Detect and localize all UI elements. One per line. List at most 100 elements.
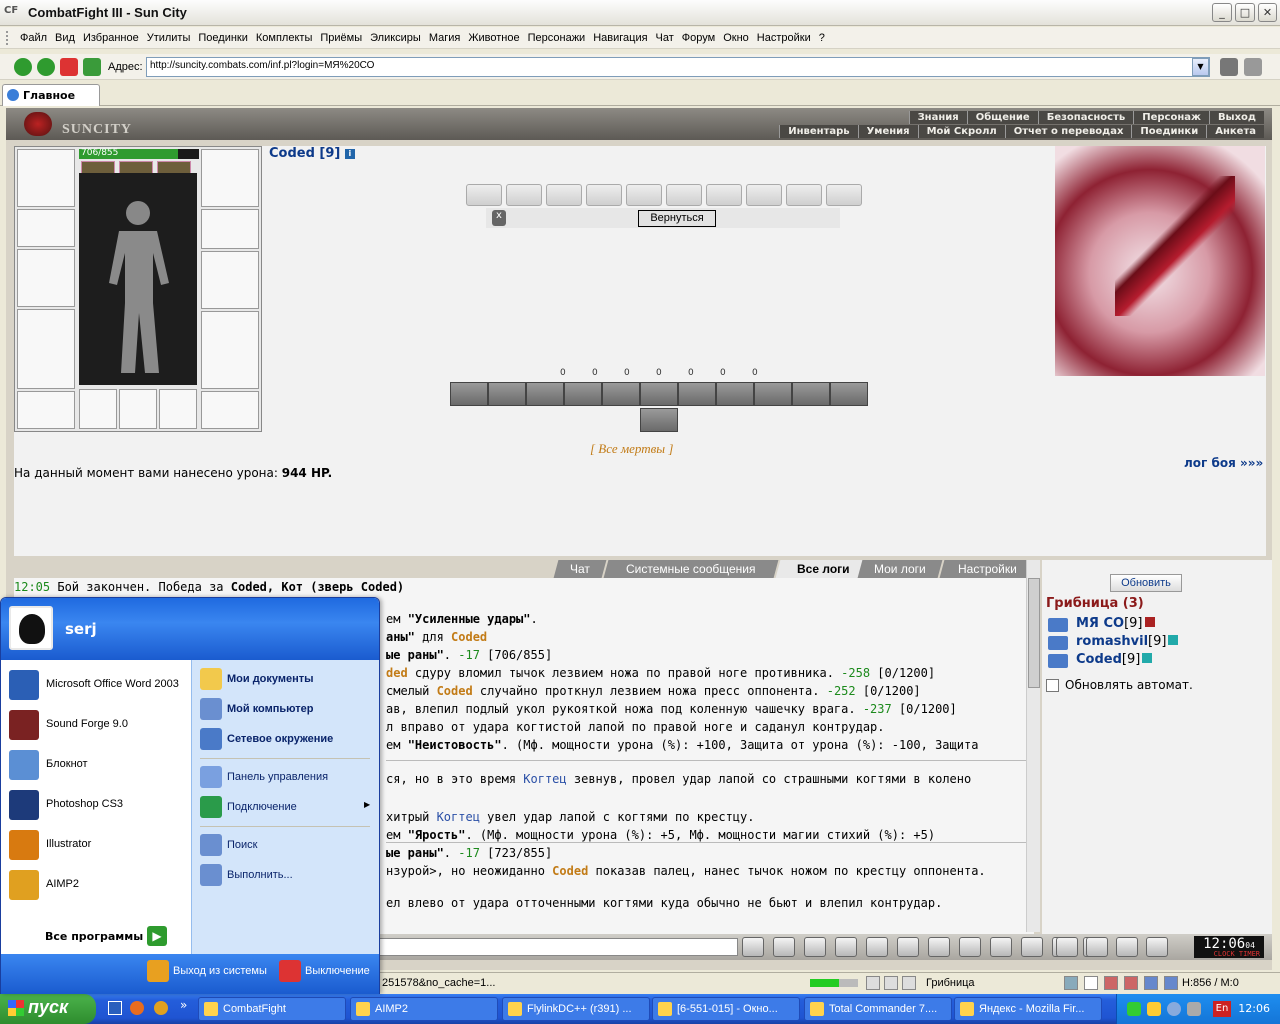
status-icon-9[interactable] <box>1164 976 1178 990</box>
game-action-button[interactable] <box>773 937 795 957</box>
game-tool-button[interactable] <box>1146 937 1168 957</box>
taskbar-item[interactable]: Total Commander 7.... <box>804 997 952 1021</box>
skill-slot[interactable] <box>640 382 678 406</box>
taskbar-item[interactable]: [6-551-015] - Окно... <box>652 997 800 1021</box>
menu-item[interactable]: Навигация <box>589 27 651 49</box>
gloves-slot[interactable] <box>17 209 75 247</box>
log-tab[interactable]: Мои логи <box>857 560 943 578</box>
nav-bottom-item[interactable]: Умения <box>857 125 918 138</box>
skill-slot[interactable] <box>640 408 678 432</box>
user-entry[interactable]: romashvil[9] <box>1076 634 1179 649</box>
scroll-slot[interactable] <box>586 184 622 206</box>
scroll-slot[interactable] <box>546 184 582 206</box>
quicklaunch-firefox-icon[interactable] <box>130 1001 144 1015</box>
status-icon-5[interactable] <box>1084 976 1098 990</box>
log-scrollbar[interactable] <box>1026 560 1040 932</box>
skill-slot[interactable] <box>678 382 716 406</box>
menu-item[interactable]: Персонажи <box>524 27 590 49</box>
pinned-program[interactable]: Illustrator <box>9 830 189 862</box>
boots-slot[interactable] <box>201 391 259 429</box>
checkbox-icon[interactable] <box>1046 679 1059 692</box>
scroll-slot[interactable] <box>746 184 782 206</box>
game-action-button[interactable] <box>990 937 1012 957</box>
auto-refresh-checkbox[interactable]: Обновлять автомат. <box>1046 678 1193 692</box>
taskbar-item[interactable]: FlylinkDC++ (r391) ... <box>502 997 650 1021</box>
battle-log-link[interactable]: лог боя »»» <box>1184 456 1263 470</box>
weapon-right-slot[interactable] <box>201 251 259 309</box>
nav-top-item[interactable]: Персонаж <box>1133 111 1209 124</box>
nav-top-item[interactable]: Выход <box>1208 111 1264 124</box>
all-programs-button[interactable]: Все программы ▶ <box>45 926 167 946</box>
place-item[interactable]: Выполнить... <box>200 864 376 888</box>
forward-icon[interactable] <box>37 58 55 76</box>
info-icon[interactable]: i <box>344 148 355 159</box>
menu-item[interactable]: Эликсиры <box>366 27 425 49</box>
nav-bottom-item[interactable]: Поединки <box>1131 125 1207 138</box>
game-action-button[interactable] <box>866 937 888 957</box>
menu-item[interactable]: Поединки <box>194 27 252 49</box>
language-indicator[interactable]: En <box>1213 1001 1231 1017</box>
place-item[interactable]: Сетевое окружение <box>200 728 376 752</box>
address-input[interactable]: http://suncity.combats.com/inf.pl?login=… <box>146 57 1210 77</box>
pinned-program[interactable]: Блокнот <box>9 750 189 782</box>
place-item[interactable]: Поиск <box>200 834 376 858</box>
log-player[interactable]: Coded <box>437 684 473 698</box>
place-item[interactable]: Мой компьютер <box>200 698 376 722</box>
legs-slot[interactable] <box>201 311 259 389</box>
quicklaunch-save-icon[interactable] <box>108 1001 122 1015</box>
status-icon-8[interactable] <box>1144 976 1158 990</box>
log-tab[interactable]: Все логи <box>775 560 871 578</box>
game-action-button[interactable] <box>928 937 950 957</box>
start-button[interactable]: пуск <box>0 994 96 1024</box>
skill-slot[interactable] <box>450 382 488 406</box>
game-action-button[interactable] <box>835 937 857 957</box>
taskbar-item[interactable]: CombatFight <box>198 997 346 1021</box>
scroll-slot[interactable] <box>786 184 822 206</box>
scroll-slot[interactable] <box>626 184 662 206</box>
ring-slot-2[interactable] <box>119 389 157 429</box>
chat-input[interactable] <box>378 938 738 956</box>
nav-top-item[interactable]: Безопасность <box>1037 111 1134 124</box>
menu-item[interactable]: Утилиты <box>143 27 195 49</box>
nav-bottom-item[interactable]: Мой Скролл <box>917 125 1005 138</box>
tray-dc-icon[interactable] <box>1147 1002 1161 1016</box>
skill-slot[interactable] <box>488 382 526 406</box>
info-icon[interactable] <box>1142 653 1153 663</box>
menu-item[interactable]: Настройки <box>753 27 815 49</box>
pinned-program[interactable]: AIMP2 <box>9 870 189 902</box>
status-icon-6[interactable] <box>1104 976 1118 990</box>
skill-slot[interactable] <box>792 382 830 406</box>
skill-slot[interactable] <box>716 382 754 406</box>
pinned-program[interactable]: Photoshop CS3 <box>9 790 189 822</box>
skill-slot[interactable] <box>830 382 868 406</box>
taskbar-item[interactable]: AIMP2 <box>350 997 498 1021</box>
menu-item[interactable]: Файл <box>16 27 51 49</box>
skill-slot[interactable] <box>526 382 564 406</box>
place-item[interactable]: Мои документы <box>200 668 376 692</box>
ring-slot-1[interactable] <box>79 389 117 429</box>
menu-item[interactable]: Приёмы <box>316 27 366 49</box>
menu-item[interactable]: Вид <box>51 27 79 49</box>
user-entry[interactable]: Coded[9] <box>1076 652 1153 667</box>
minimize-button[interactable]: _ <box>1212 3 1232 22</box>
menu-item[interactable]: Чат <box>652 27 678 49</box>
game-action-button[interactable] <box>959 937 981 957</box>
scroll-slot[interactable] <box>506 184 542 206</box>
refresh-button[interactable]: Обновить <box>1110 574 1182 592</box>
game-tool-button[interactable] <box>1116 937 1138 957</box>
user-entry[interactable]: МЯ СО[9] <box>1076 616 1155 631</box>
log-tab[interactable]: Чат <box>553 560 607 578</box>
log-player[interactable]: ded <box>386 666 408 680</box>
menu-item[interactable]: Форум <box>678 27 719 49</box>
settings-icon[interactable] <box>1244 58 1262 76</box>
bracers-slot[interactable] <box>201 209 259 249</box>
menu-item[interactable]: Магия <box>425 27 465 49</box>
pinned-program[interactable]: Microsoft Office Word 2003 <box>9 670 189 702</box>
place-item[interactable]: Панель управления <box>200 766 376 790</box>
log-creature[interactable]: Когтец <box>437 810 480 824</box>
nav-bottom-item[interactable]: Инвентарь <box>779 125 858 138</box>
menu-item[interactable]: Комплекты <box>252 27 316 49</box>
scroll-slot[interactable] <box>706 184 742 206</box>
scroll-slot[interactable] <box>826 184 862 206</box>
log-tab[interactable]: Системные сообщения <box>603 560 779 578</box>
